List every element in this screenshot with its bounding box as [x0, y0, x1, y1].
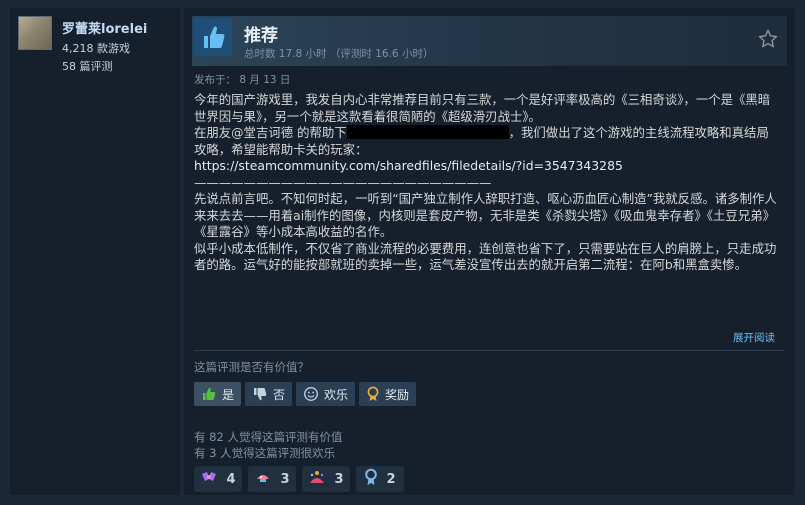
helpful-question: 这篇评测是否有价值？ — [194, 360, 309, 374]
helpful-count: 有 82 人觉得这篇评测有价值 — [194, 430, 343, 444]
blue-medal-icon — [364, 468, 378, 490]
vote-yes-label: 是 — [222, 387, 235, 402]
award-label: 奖励 — [385, 387, 410, 402]
award-count: 4 — [226, 471, 236, 487]
thumbs-down-vote-icon — [252, 386, 268, 402]
smiley-icon — [303, 386, 319, 402]
award-button[interactable]: 奖励 — [359, 382, 417, 406]
award-count: 3 — [334, 471, 344, 487]
purple-award-icon — [200, 469, 218, 489]
review-panel: 推荐 总时数 17.8 小时 （评测时 16.6 小时） 发布于： 8 月 13… — [184, 8, 795, 495]
redacted-block — [346, 125, 509, 139]
vote-buttons: 是 否 欢乐 奖励 — [194, 382, 417, 406]
star-icon[interactable] — [757, 28, 779, 50]
thumbs-up-vote-icon — [201, 386, 217, 402]
confetti-award-icon — [308, 469, 326, 489]
review-paragraph-4: 似乎小成本低制作，不仅省了商业流程的必要费用，连创意也省下了，只需要站在巨人的肩… — [194, 240, 777, 273]
author-name[interactable]: 罗蕾莱lorelei — [62, 18, 147, 37]
vote-funny-label: 欢乐 — [324, 387, 349, 402]
author-games-count[interactable]: 4,218 款游戏 — [62, 40, 130, 56]
review-paragraph-2: 在朋友@堂吉诃德 的帮助下 ，我们做出了这个游戏的主线流程攻略和真结局攻略，希望能… — [194, 125, 778, 158]
review-content: 今年的国产游戏里，我发自内心非常推荐目前只有三款，一个是好评率极高的《三相奇谈》… — [194, 92, 778, 274]
avatar[interactable] — [18, 16, 52, 50]
divider — [194, 350, 785, 351]
vote-no-button[interactable]: 否 — [245, 382, 293, 406]
review-paragraph-1: 今年的国产游戏里，我发自内心非常推荐目前只有三款，一个是好评率极高的《三相奇谈》… — [194, 92, 771, 124]
author-panel: 罗蕾莱lorelei 4,218 款游戏 58 篇评测 — [10, 8, 180, 495]
award-list: 4 3 3 2 — [194, 466, 404, 492]
pink-award-icon — [254, 469, 272, 489]
review-paragraph-2-start: 在朋友@堂吉诃德 的帮助下 — [194, 125, 347, 140]
recommendation-header[interactable]: 推荐 总时数 17.8 小时 （评测时 16.6 小时） — [192, 16, 787, 66]
award-item[interactable]: 2 — [356, 466, 404, 492]
posted-date: 发布于： 8 月 13 日 — [194, 74, 291, 86]
dash-divider: ———————————————————————— — [194, 174, 492, 190]
award-count: 3 — [280, 471, 290, 487]
funny-count: 有 3 人觉得这篇评测很欢乐 — [194, 446, 336, 460]
award-item[interactable]: 3 — [248, 466, 296, 492]
thumbs-up-icon — [194, 18, 232, 56]
expand-review-link[interactable]: 展开阅读 — [733, 330, 775, 345]
author-reviews-count[interactable]: 58 篇评测 — [62, 58, 113, 74]
guide-link[interactable]: https://steamcommunity.com/sharedfiles/f… — [194, 158, 778, 175]
award-count: 2 — [386, 471, 396, 487]
playtime-hours: 总时数 17.8 小时 （评测时 16.6 小时） — [244, 48, 434, 60]
recommendation-verdict: 推荐 — [244, 26, 278, 46]
vote-yes-button[interactable]: 是 — [194, 382, 242, 406]
vote-no-label: 否 — [273, 387, 286, 402]
vote-funny-button[interactable]: 欢乐 — [296, 382, 356, 406]
award-item[interactable]: 3 — [302, 466, 350, 492]
award-ribbon-icon — [366, 386, 380, 402]
award-item[interactable]: 4 — [194, 466, 242, 492]
review-paragraph-3: 先说点前言吧。不知何时起，一听到“国产独立制作人辞职打造、呕心沥血匠心制造”我就… — [194, 191, 777, 239]
